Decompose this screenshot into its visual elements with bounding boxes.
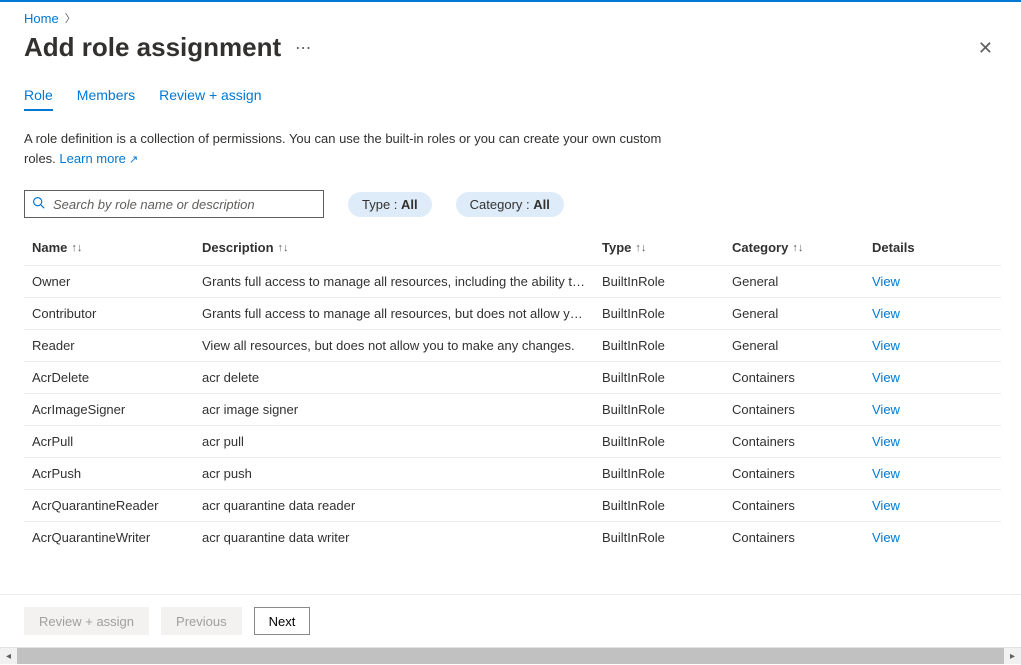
role-description: acr quarantine data reader (202, 498, 602, 513)
category-filter-value: All (533, 197, 550, 212)
role-description: Grants full access to manage all resourc… (202, 274, 602, 289)
role-type: BuiltInRole (602, 306, 732, 321)
column-description[interactable]: Description↑↓ (202, 240, 602, 255)
role-type: BuiltInRole (602, 434, 732, 449)
role-description: acr delete (202, 370, 602, 385)
breadcrumb-home[interactable]: Home (24, 11, 59, 26)
view-link[interactable]: View (872, 466, 900, 481)
scroll-right-icon[interactable]: ▸ (1004, 648, 1021, 665)
tab-review-assign[interactable]: Review + assign (159, 87, 261, 111)
table-row[interactable]: AcrPullacr pullBuiltInRoleContainersView (24, 425, 1001, 457)
role-type: BuiltInRole (602, 370, 732, 385)
more-icon[interactable]: ⋯ (295, 38, 312, 58)
close-icon[interactable]: ✕ (970, 35, 1001, 61)
category-filter-label: Category : (470, 197, 534, 212)
role-category: General (732, 338, 872, 353)
role-name: AcrPull (32, 434, 202, 449)
role-description: View all resources, but does not allow y… (202, 338, 602, 353)
horizontal-scrollbar[interactable]: ◂ ▸ (0, 647, 1021, 664)
view-link[interactable]: View (872, 434, 900, 449)
table-header: Name↑↓ Description↑↓ Type↑↓ Category↑↓ D… (24, 232, 1001, 265)
type-filter-label: Type : (362, 197, 401, 212)
search-input[interactable] (24, 190, 324, 218)
role-type: BuiltInRole (602, 466, 732, 481)
role-name: Owner (32, 274, 202, 289)
search-icon (32, 196, 45, 212)
search-box (24, 190, 324, 218)
role-category: Containers (732, 530, 872, 545)
footer: Review + assign Previous Next (0, 594, 1021, 647)
view-link[interactable]: View (872, 338, 900, 353)
column-details: Details (872, 240, 962, 255)
role-type: BuiltInRole (602, 402, 732, 417)
role-category: Containers (732, 498, 872, 513)
view-link[interactable]: View (872, 306, 900, 321)
role-description: Grants full access to manage all resourc… (202, 306, 602, 321)
sort-icon: ↑↓ (635, 242, 646, 254)
table-row[interactable]: AcrDeleteacr deleteBuiltInRoleContainers… (24, 361, 1001, 393)
breadcrumb: Home 〉 (24, 10, 1001, 26)
table-row[interactable]: AcrQuarantineReaderacr quarantine data r… (24, 489, 1001, 521)
role-category: Containers (732, 434, 872, 449)
page-title: Add role assignment (24, 32, 281, 63)
learn-more-link[interactable]: Learn more (59, 151, 138, 166)
role-category: Containers (732, 370, 872, 385)
table-row[interactable]: AcrQuarantineWriteracr quarantine data w… (24, 521, 1001, 553)
role-name: AcrDelete (32, 370, 202, 385)
table-row[interactable]: OwnerGrants full access to manage all re… (24, 265, 1001, 297)
view-link[interactable]: View (872, 498, 900, 513)
role-name: AcrPush (32, 466, 202, 481)
role-name: Reader (32, 338, 202, 353)
tab-role[interactable]: Role (24, 87, 53, 111)
review-assign-button: Review + assign (24, 607, 149, 635)
role-type: BuiltInRole (602, 274, 732, 289)
role-description: acr image signer (202, 402, 602, 417)
type-filter-pill[interactable]: Type : All (348, 192, 432, 217)
role-type: BuiltInRole (602, 338, 732, 353)
table-row[interactable]: ContributorGrants full access to manage … (24, 297, 1001, 329)
column-type[interactable]: Type↑↓ (602, 240, 732, 255)
role-category: General (732, 274, 872, 289)
role-category: Containers (732, 402, 872, 417)
role-type: BuiltInRole (602, 498, 732, 513)
column-category[interactable]: Category↑↓ (732, 240, 872, 255)
category-filter-pill[interactable]: Category : All (456, 192, 564, 217)
table-row[interactable]: ReaderView all resources, but does not a… (24, 329, 1001, 361)
sort-icon: ↑↓ (71, 242, 82, 254)
tabs: Role Members Review + assign (24, 87, 1001, 111)
table-row[interactable]: AcrImageSigneracr image signerBuiltInRol… (24, 393, 1001, 425)
tab-members[interactable]: Members (77, 87, 135, 111)
sort-icon: ↑↓ (792, 242, 803, 254)
role-name: AcrQuarantineReader (32, 498, 202, 513)
type-filter-value: All (401, 197, 418, 212)
role-description: acr push (202, 466, 602, 481)
next-button[interactable]: Next (254, 607, 311, 635)
column-name[interactable]: Name↑↓ (32, 240, 202, 255)
view-link[interactable]: View (872, 530, 900, 545)
chevron-right-icon: 〉 (65, 10, 76, 26)
role-description: acr quarantine data writer (202, 530, 602, 545)
role-name: AcrImageSigner (32, 402, 202, 417)
previous-button: Previous (161, 607, 242, 635)
view-link[interactable]: View (872, 370, 900, 385)
role-description: acr pull (202, 434, 602, 449)
scroll-left-icon[interactable]: ◂ (0, 648, 17, 665)
roles-table: Name↑↓ Description↑↓ Type↑↓ Category↑↓ D… (24, 232, 1001, 553)
role-type: BuiltInRole (602, 530, 732, 545)
role-category: General (732, 306, 872, 321)
role-category: Containers (732, 466, 872, 481)
role-name: AcrQuarantineWriter (32, 530, 202, 545)
role-name: Contributor (32, 306, 202, 321)
view-link[interactable]: View (872, 402, 900, 417)
sort-icon: ↑↓ (278, 242, 289, 254)
table-row[interactable]: AcrPushacr pushBuiltInRoleContainersView (24, 457, 1001, 489)
view-link[interactable]: View (872, 274, 900, 289)
description-text: A role definition is a collection of per… (24, 129, 664, 168)
